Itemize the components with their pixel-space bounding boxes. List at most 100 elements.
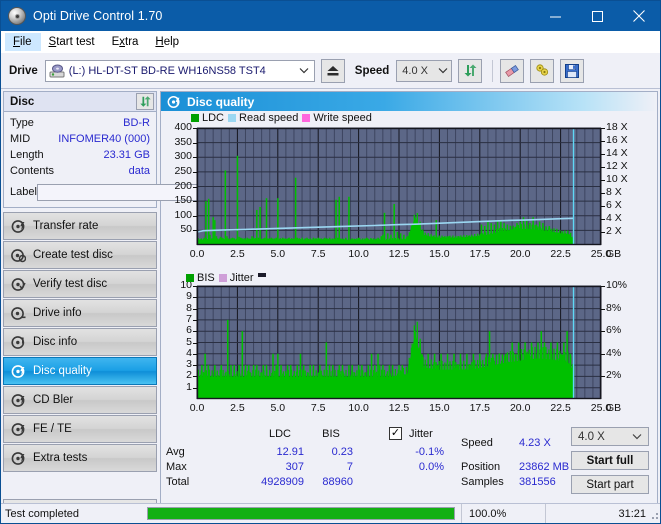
- sidebar-item-transfer-rate[interactable]: Transfer rate: [3, 212, 157, 240]
- y2-axis-tick: [601, 308, 605, 310]
- y2-axis-tick: [601, 219, 605, 220]
- resize-grip-icon[interactable]: [649, 510, 659, 520]
- y2-axis-tick-label: 2%: [606, 369, 622, 382]
- y-axis-tick: [193, 308, 197, 310]
- menu-help[interactable]: Help: [147, 33, 188, 51]
- y-axis-tick: [193, 376, 197, 378]
- y2-axis-tick-label: 4%: [606, 346, 622, 359]
- chart-top-legend: LDC Read speed Write speed: [191, 112, 372, 124]
- sidebar-item-extra-tests[interactable]: Extra tests: [3, 444, 157, 472]
- y-axis-tick-label: 350: [174, 135, 192, 148]
- sidebar-item-fe-te[interactable]: FE / TE: [3, 415, 157, 443]
- close-button[interactable]: [618, 1, 660, 31]
- chevron-down-icon[interactable]: [632, 432, 642, 442]
- disc-info-icon: [11, 306, 26, 321]
- disc-refresh-button[interactable]: [136, 93, 154, 110]
- x-axis-tick-label: 0.0: [189, 248, 205, 260]
- sidebar: Disc Type BD-R MID INFOMER40 (000) Lengt…: [1, 89, 240, 523]
- erase-button[interactable]: [500, 58, 525, 83]
- chart-impulse: [236, 155, 239, 245]
- start-part-button[interactable]: Start part: [571, 475, 649, 494]
- x-axis-tick-label: 2.5: [230, 402, 245, 414]
- chart-impulse: [294, 177, 297, 245]
- y-axis-tick: [193, 128, 197, 129]
- y2-axis-tick: [601, 167, 605, 168]
- y-axis-tick-label: 150: [174, 194, 192, 207]
- sidebar-item-label: Extra tests: [33, 452, 88, 464]
- window-controls: [534, 1, 660, 31]
- chevron-down-icon[interactable]: [296, 66, 312, 76]
- maximize-button[interactable]: [576, 1, 618, 31]
- disc-quality-icon: [167, 95, 181, 109]
- y2-axis-tick: [601, 376, 605, 378]
- y-axis-tick-label: 2: [186, 369, 192, 382]
- speed-select[interactable]: 4.0 X: [396, 59, 453, 82]
- refresh-button[interactable]: [458, 58, 483, 83]
- y-axis-tick-label: 9: [186, 290, 192, 303]
- app-window: Opti Drive Control 1.70 FFileile Start t…: [0, 0, 661, 524]
- sidebar-item-create-test-disc[interactable]: Create test disc: [3, 241, 157, 269]
- eject-button[interactable]: [320, 58, 345, 83]
- sidebar-item-label: Disc quality: [33, 365, 92, 377]
- y-axis-tick: [193, 331, 197, 333]
- start-full-button[interactable]: Start full: [571, 451, 649, 470]
- y-axis-tick-label: 6: [186, 324, 192, 337]
- sidebar-item-drive-info[interactable]: Drive info: [3, 299, 157, 327]
- menu-extra[interactable]: Extra: [104, 33, 148, 51]
- disc-write-icon: [11, 248, 27, 263]
- y2-axis-tick-label: 12 X: [606, 160, 628, 172]
- x-axis-tick-label: 22.5: [550, 402, 571, 414]
- legend-label: Jitter: [229, 272, 254, 284]
- chevron-down-icon[interactable]: [435, 66, 451, 76]
- disc-row-key: Type: [10, 117, 34, 129]
- minimize-button[interactable]: [534, 1, 576, 31]
- sidebar-item-verify-test-disc[interactable]: Verify test disc: [3, 270, 157, 298]
- sidebar-item-label: Verify test disc: [33, 278, 108, 290]
- drive-select[interactable]: (L:) HL-DT-ST BD-RE WH16NS58 TST4: [44, 59, 315, 82]
- y-axis-tick-label: 4: [186, 346, 192, 359]
- disc-bler-icon: [11, 393, 26, 408]
- y2-axis-tick-label: 10%: [606, 279, 628, 291]
- legend-entry: Write speed: [302, 112, 372, 124]
- jitter-checkbox[interactable]: ✓: [389, 427, 402, 440]
- disc-row-value: BD-R: [123, 117, 150, 129]
- y2-axis-tick-label: 8 X: [606, 186, 622, 198]
- title-bar: Opti Drive Control 1.70: [1, 1, 660, 31]
- chart-impulse: [265, 198, 268, 245]
- menu-bar: FFileile Start test Extra Help: [1, 31, 660, 53]
- disc-row-contents: Contents data: [10, 163, 150, 179]
- drive-label: Drive: [9, 64, 38, 77]
- y2-axis-tick: [601, 232, 605, 233]
- jitter-label: Jitter: [409, 428, 433, 440]
- legend-swatch: [191, 114, 199, 122]
- chart-impulse: [224, 170, 227, 245]
- stats-row-label: Avg: [166, 446, 185, 458]
- legend-swatch: [228, 114, 237, 122]
- result-speed-select[interactable]: 4.0 X: [571, 427, 649, 446]
- stats-avg-jitter: -0.1%: [415, 446, 444, 458]
- menu-start-test[interactable]: Start test: [41, 33, 104, 51]
- y-axis-tick: [193, 387, 197, 389]
- disc-panel: Disc Type BD-R MID INFOMER40 (000) Lengt…: [3, 91, 240, 208]
- sidebar-item-disc-quality[interactable]: Disc quality: [3, 357, 157, 385]
- samples-label: Samples: [461, 476, 504, 488]
- y2-axis-tick-label: 14 X: [606, 147, 628, 159]
- y2-axis-tick: [601, 154, 605, 155]
- stats-max-ldc: 307: [285, 461, 304, 473]
- legend-entry: BIS: [186, 272, 215, 284]
- x-axis-tick-label: 15.0: [429, 402, 450, 414]
- tools-button[interactable]: [530, 58, 555, 83]
- legend-entry: LDC: [191, 112, 224, 124]
- y-axis-tick: [193, 201, 197, 203]
- save-button[interactable]: [560, 58, 585, 83]
- y2-axis-tick-label: 2 X: [606, 225, 622, 237]
- body-area: Disc Type BD-R MID INFOMER40 (000) Lengt…: [1, 89, 660, 523]
- window-title: Opti Drive Control 1.70: [33, 9, 163, 23]
- sidebar-item-cd-bler[interactable]: CD Bler: [3, 386, 157, 414]
- sidebar-item-disc-info[interactable]: Disc info: [3, 328, 157, 356]
- stats-header-bis: BIS: [322, 428, 340, 440]
- menu-file[interactable]: FFileile: [5, 32, 41, 51]
- sidebar-item-label: CD Bler: [33, 394, 74, 406]
- chart-impulse: [338, 196, 341, 245]
- legend-swatch: [218, 274, 227, 282]
